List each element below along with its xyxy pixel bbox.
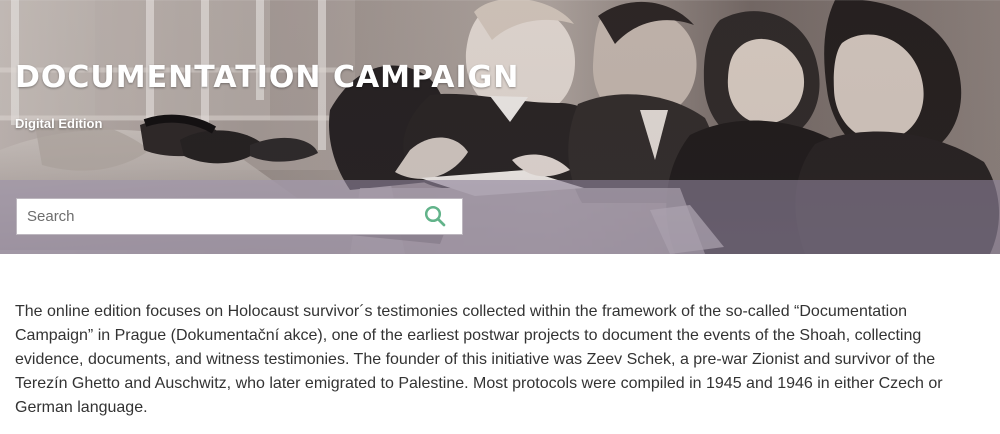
digital-edition-subtitle: Digital Edition [15,116,103,131]
page-title: DOCUMENTATION CAMPAIGN [15,60,520,95]
hero-banner: DOCUMENTATION CAMPAIGN Digital Edition [0,0,1000,254]
search-button[interactable] [423,204,448,229]
search-box[interactable] [16,198,463,235]
edition-description: The online edition focuses on Holocaust … [15,303,943,416]
search-input[interactable] [17,199,407,234]
search-icon [424,205,446,227]
